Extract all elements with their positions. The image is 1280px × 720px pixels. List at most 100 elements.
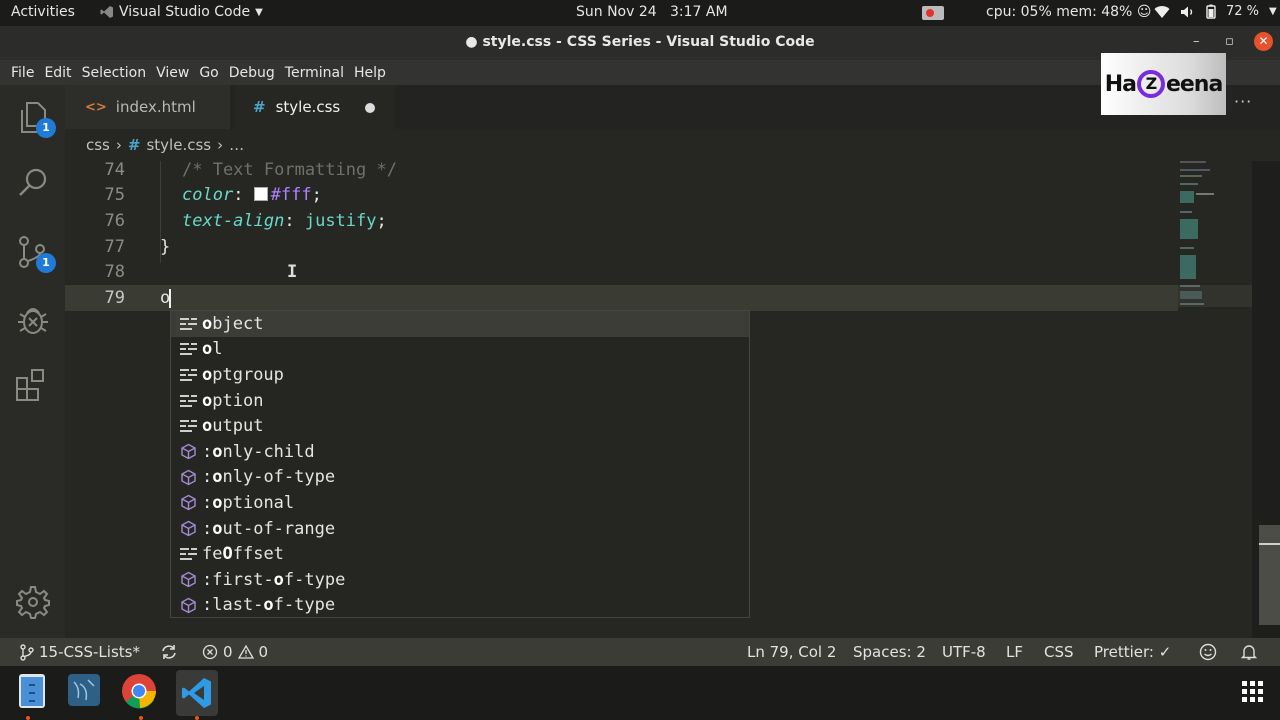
system-tray[interactable]: 72 % ▼ bbox=[1154, 4, 1277, 19]
keyword-icon bbox=[175, 548, 201, 561]
tab-label: style.css bbox=[275, 98, 341, 116]
dock-vscode[interactable] bbox=[176, 670, 218, 716]
line-number: 78 bbox=[104, 262, 125, 283]
clock[interactable]: Sun Nov 24 3:17 AM bbox=[576, 4, 728, 20]
menu-bar: File Edit Selection View Go Debug Termin… bbox=[0, 60, 1280, 85]
screen-record-icon[interactable] bbox=[922, 6, 944, 20]
css-file-icon: # bbox=[253, 98, 266, 116]
warning-icon bbox=[237, 644, 254, 659]
suggestion-item[interactable]: feOffset bbox=[171, 541, 749, 567]
show-applications-button[interactable] bbox=[1236, 672, 1276, 712]
language-mode[interactable]: CSS bbox=[1044, 643, 1074, 661]
menu-go[interactable]: Go bbox=[194, 65, 223, 81]
warning-count: 0 bbox=[258, 643, 269, 661]
menu-view[interactable]: View bbox=[151, 65, 194, 81]
settings-button[interactable] bbox=[14, 583, 52, 621]
line-number: 74 bbox=[104, 159, 125, 180]
suggestion-item[interactable]: optgroup bbox=[171, 362, 749, 388]
problems-indicator[interactable]: 0 0 bbox=[202, 643, 268, 661]
tab-index-html[interactable]: <> index.html bbox=[65, 85, 230, 129]
tab-style-css[interactable]: # style.css bbox=[235, 85, 395, 129]
menu-debug[interactable]: Debug bbox=[224, 65, 280, 81]
dock-google-chrome[interactable] bbox=[120, 672, 160, 712]
notifications-button[interactable] bbox=[1241, 643, 1257, 661]
volume-icon bbox=[1181, 6, 1193, 17]
property-icon bbox=[175, 520, 201, 537]
indentation[interactable]: Spaces: 2 bbox=[853, 643, 926, 661]
vscode-icon bbox=[182, 678, 211, 708]
suggestion-label: option bbox=[202, 390, 264, 411]
system-monitor[interactable]: cpu: 05% mem: 48% ☺ bbox=[986, 4, 1151, 20]
suggestion-item[interactable]: :optional bbox=[171, 490, 749, 516]
search-button[interactable] bbox=[14, 163, 52, 201]
code-line-current: 79 o bbox=[65, 285, 1180, 311]
menu-help[interactable]: Help bbox=[349, 65, 391, 81]
minimize-button[interactable]: – bbox=[1193, 34, 1200, 49]
vertical-scrollbar[interactable] bbox=[1259, 525, 1280, 625]
suggestion-item[interactable]: output bbox=[171, 413, 749, 439]
property-icon bbox=[175, 443, 201, 460]
menu-edit[interactable]: Edit bbox=[39, 65, 76, 81]
suggestion-label: :last-of-type bbox=[202, 595, 336, 616]
suggestion-item[interactable]: :first-of-type bbox=[171, 567, 749, 593]
menu-terminal[interactable]: Terminal bbox=[280, 65, 349, 81]
suggestion-item[interactable]: :only-child bbox=[171, 439, 749, 465]
minimap[interactable] bbox=[1178, 161, 1252, 638]
mysql-workbench-icon bbox=[68, 674, 100, 706]
more-actions-button[interactable]: ··· bbox=[1234, 92, 1252, 111]
sync-button[interactable] bbox=[160, 643, 178, 661]
end-of-line[interactable]: LF bbox=[1006, 643, 1023, 661]
ubuntu-dock bbox=[0, 666, 1280, 720]
code-line: 77 } bbox=[65, 234, 1180, 260]
code-comment: /* Text Formatting */ bbox=[182, 159, 397, 180]
menu-selection[interactable]: Selection bbox=[77, 65, 152, 81]
css-value: #fff bbox=[270, 185, 312, 206]
dock-mysql-workbench[interactable] bbox=[66, 672, 106, 712]
app-grid-icon bbox=[1242, 681, 1263, 702]
encoding[interactable]: UTF-8 bbox=[942, 643, 986, 661]
suggestion-item[interactable]: :out-of-range bbox=[171, 516, 749, 542]
branch-indicator[interactable]: 15-CSS-Lists* bbox=[20, 643, 140, 661]
menu-file[interactable]: File bbox=[6, 65, 39, 81]
prettier-status[interactable]: Prettier: ✓ bbox=[1094, 643, 1171, 661]
running-indicator bbox=[195, 716, 199, 720]
css-file-icon: # bbox=[127, 136, 141, 154]
tab-label: index.html bbox=[115, 98, 196, 116]
breadcrumb-symbols[interactable]: … bbox=[229, 136, 244, 154]
gnome-top-bar: Activities Visual Studio Code ▼ Sun Nov … bbox=[0, 0, 1280, 26]
unsaved-dot-icon[interactable] bbox=[365, 103, 375, 113]
bell-icon bbox=[1241, 645, 1257, 660]
suggestion-item[interactable]: ol bbox=[171, 337, 749, 363]
suggestion-item[interactable]: :last-of-type bbox=[171, 593, 749, 619]
window-title-bar: ● style.css - CSS Series - Visual Studio… bbox=[0, 26, 1280, 60]
app-menu[interactable]: Visual Studio Code ▼ bbox=[100, 4, 263, 20]
autocomplete-suggestions: object ol optgroup option output:only-child:… bbox=[170, 310, 750, 618]
line-number: 76 bbox=[104, 210, 125, 231]
debug-button[interactable] bbox=[14, 301, 52, 339]
keyword-icon bbox=[175, 317, 201, 330]
suggestion-item[interactable]: option bbox=[171, 388, 749, 414]
breadcrumb-file[interactable]: style.css bbox=[146, 136, 211, 154]
suggestion-label: output bbox=[202, 416, 264, 437]
keyword-icon bbox=[175, 394, 201, 407]
color-swatch[interactable] bbox=[253, 187, 268, 202]
suggestion-label: :out-of-range bbox=[202, 518, 336, 539]
dock-files[interactable] bbox=[12, 672, 52, 712]
watermark-text-end: eena bbox=[1165, 71, 1223, 97]
closing-brace: } bbox=[160, 236, 171, 257]
suggestion-item[interactable]: :only-of-type bbox=[171, 465, 749, 491]
cursor-position[interactable]: Ln 79, Col 2 bbox=[747, 643, 836, 661]
watermark-text-start: Ha bbox=[1104, 71, 1137, 97]
extensions-button[interactable] bbox=[14, 367, 52, 405]
search-icon bbox=[19, 168, 47, 196]
suggestion-item[interactable]: object bbox=[171, 311, 749, 337]
debug-bug-icon bbox=[18, 308, 48, 334]
window-title: ● style.css - CSS Series - Visual Studio… bbox=[465, 34, 815, 50]
css-property: color bbox=[182, 185, 234, 206]
code-line: 75 color: #fff; bbox=[65, 183, 1180, 209]
close-window-button[interactable]: ✕ bbox=[1254, 32, 1273, 51]
maximize-button[interactable]: ▫ bbox=[1225, 34, 1234, 49]
feedback-button[interactable] bbox=[1199, 643, 1217, 661]
breadcrumb-folder[interactable]: css bbox=[86, 136, 110, 154]
activities-button[interactable]: Activities bbox=[11, 4, 75, 20]
